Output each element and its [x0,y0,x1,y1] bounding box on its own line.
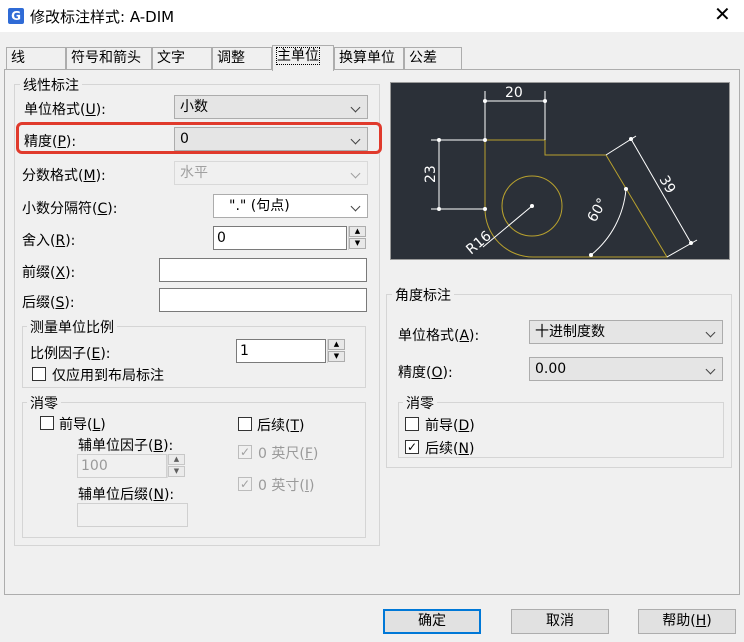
spin-down-icon[interactable]: ▼ [349,238,366,249]
trailing-zero-checkbox[interactable] [238,417,252,431]
decimal-separator-label: 小数分隔符(C): [22,201,118,217]
sub-unit-factor-spinner[interactable]: ▲ ▼ [167,454,185,478]
sub-unit-factor-label: 辅单位因子(B): [78,438,174,454]
round-off-input[interactable]: 0 [213,226,347,250]
round-off-label: 舍入(R): [22,233,76,249]
part-outline [484,139,668,258]
spin-up-icon[interactable]: ▲ [168,454,185,465]
precision-label: 精度(P): [24,134,77,150]
angular-leading-label: 前导(D) [425,418,475,434]
dim-label: R16 [463,228,494,258]
tab-label: 符号和箭头 [71,50,141,66]
trailing-zero-label: 后续(T) [257,418,305,434]
tab-label: 调整 [217,50,245,66]
tab-fit[interactable]: 调整 [212,47,272,69]
tab-label: 公差 [409,50,437,66]
close-icon[interactable]: ✕ [714,3,731,25]
layout-only-label: 仅应用到布局标注 [52,368,164,384]
chevron-down-icon [350,168,361,179]
tab-alternate-units[interactable]: 换算单位 [334,47,404,69]
tab-symbols-arrows[interactable]: 符号和箭头 [66,47,152,69]
suffix-input[interactable] [159,288,367,312]
app-icon: G [8,8,24,24]
tab-label: 主单位 [276,47,320,65]
tab-primary-units[interactable]: 主单位 [272,45,334,71]
leading-zero-checkbox[interactable] [40,416,54,430]
angular-unit-format-select[interactable]: 十进制度数 [529,320,723,344]
scale-factor-label: 比例因子(E): [30,346,111,362]
title-bar: G 修改标注样式: A-DIM ✕ [0,0,744,32]
linear-group-title: 线性标注 [20,75,82,95]
tab-text[interactable]: 文字 [152,47,212,69]
dim-label: 39 [656,173,679,196]
spin-up-icon[interactable]: ▲ [328,339,345,350]
inches-checkbox[interactable]: ✓ [238,477,252,491]
round-off-spinner[interactable]: ▲ ▼ [348,226,366,250]
fraction-format-label: 分数格式(M): [22,168,106,184]
angular-unit-format-label: 单位格式(A): [398,328,480,344]
tab-label: 文字 [157,50,185,66]
tab-label: 换算单位 [339,50,395,66]
spin-down-icon[interactable]: ▼ [328,351,345,362]
tab-tolerances[interactable]: 公差 [404,47,462,69]
layout-only-checkbox[interactable] [32,367,46,381]
suffix-label: 后缀(S): [22,295,75,311]
scale-group-title: 测量单位比例 [27,317,117,337]
inches-label: 0 英寸(I) [258,478,315,494]
chevron-down-icon [350,102,361,113]
feet-label: 0 英尺(F) [258,446,319,462]
scale-factor-spinner[interactable]: ▲ ▼ [327,339,345,363]
angular-leading-checkbox[interactable] [405,417,419,431]
preview-drawing: 20 23 39 60° R16 [423,85,698,258]
sub-unit-suffix-label: 辅单位后缀(N): [78,487,175,503]
spin-up-icon[interactable]: ▲ [349,226,366,237]
dim-label: 60° [585,195,611,225]
angular-zero-group-title: 消零 [403,393,437,413]
angular-trailing-checkbox[interactable]: ✓ [405,440,419,454]
prefix-input[interactable] [159,258,367,282]
zero-group-title: 消零 [27,393,61,413]
tab-lines[interactable]: 线 [6,47,66,69]
tab-label: 线 [11,50,25,66]
chevron-down-icon [705,364,716,375]
decimal-separator-select[interactable]: "." (句点) [213,194,368,218]
sub-unit-suffix-input[interactable] [77,503,188,527]
cancel-button[interactable]: 取消 [511,609,609,634]
chevron-down-icon [350,134,361,145]
spin-down-icon[interactable]: ▼ [168,466,185,477]
scale-factor-input[interactable]: 1 [236,339,326,363]
chevron-down-icon [350,201,361,212]
angular-trailing-label: 后续(N) [425,441,475,457]
dim-label: 23 [423,165,439,183]
angular-precision-select[interactable]: 0.00 [529,357,723,381]
angular-precision-label: 精度(O): [398,365,453,381]
chevron-down-icon [705,327,716,338]
help-button[interactable]: 帮助(H) [638,609,736,634]
sub-unit-factor-input[interactable]: 100 [77,454,167,478]
fraction-format-select[interactable]: 水平 [174,161,368,185]
precision-select[interactable]: 0 [174,127,368,151]
unit-format-label: 单位格式(U): [24,102,106,118]
dim-label: 20 [505,85,523,101]
unit-format-select[interactable]: 小数 [174,95,368,119]
prefix-label: 前缀(X): [22,265,76,281]
dimension-preview: 20 23 39 60° R16 [390,82,730,260]
feet-checkbox[interactable]: ✓ [238,445,252,459]
ok-button[interactable]: 确定 [383,609,481,634]
window-title: 修改标注样式: A-DIM [30,8,175,26]
leading-zero-label: 前导(L) [59,417,106,433]
angular-group-title: 角度标注 [392,285,454,305]
